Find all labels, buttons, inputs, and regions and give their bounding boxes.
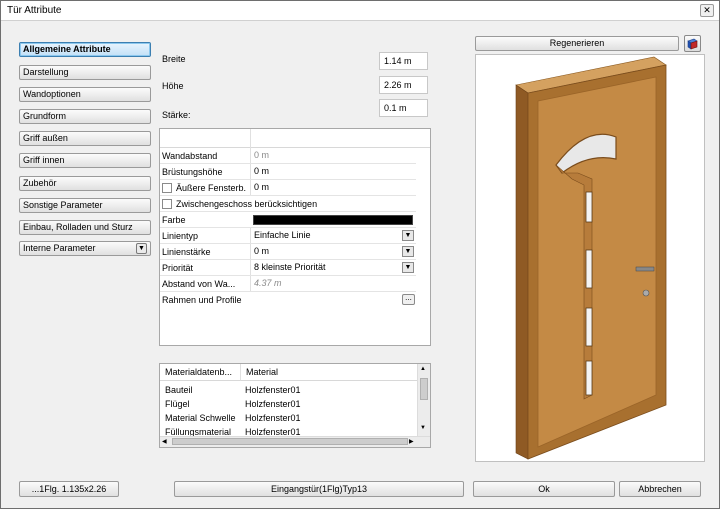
hoehe-field[interactable]: 2.26 m (379, 76, 428, 94)
sidebar-item-allgemeine-attribute[interactable]: Allgemeine Attribute (19, 42, 151, 57)
view-cube-button[interactable] (684, 35, 701, 52)
property-row-wandabstand[interactable]: Wandabstand 0 m (160, 148, 416, 164)
color-swatch[interactable] (253, 215, 413, 225)
property-name: Linienstärke (162, 247, 211, 257)
property-value: 0 m (250, 180, 269, 195)
sidebar-item-interne-parameter[interactable]: Interne Parameter ▼ (19, 241, 151, 256)
property-name: Zwischengeschoss berücksichtigen (176, 199, 318, 209)
sidebar-item-grundform[interactable]: Grundform (19, 109, 151, 124)
sidebar-item-darstellung[interactable]: Darstellung (19, 65, 151, 80)
scrollbar-thumb[interactable] (420, 378, 428, 400)
property-value: 0 m (250, 164, 269, 179)
chevron-down-icon[interactable]: ▼ (136, 243, 147, 254)
dialog-window: Tür Attribute ✕ Allgemeine Attribute Dar… (0, 0, 720, 509)
property-name: Priorität (162, 263, 194, 273)
table-cell[interactable]: Holzfenster01 (245, 399, 301, 409)
property-row-linientyp[interactable]: Linientyp Einfache Linie ▼ (160, 228, 416, 244)
property-row-prioritaet[interactable]: Priorität 8 kleinste Priorität ▼ (160, 260, 416, 276)
sidebar-item-zubehoer[interactable]: Zubehör (19, 176, 151, 191)
property-row-linienstaerke[interactable]: Linienstärke 0 m ▼ (160, 244, 416, 260)
property-value: 0 m (250, 244, 269, 259)
table-cell[interactable]: Holzfenster01 (245, 385, 301, 395)
column-header-material[interactable]: Material (240, 364, 417, 381)
breite-field[interactable]: 1.14 m (379, 52, 428, 70)
property-row-bruestungshoehe[interactable]: Brüstungshöhe 0 m (160, 164, 416, 180)
property-name: Linientyp (162, 231, 199, 241)
scroll-left-icon[interactable]: ◀ (162, 438, 167, 445)
scrollbar-thumb[interactable] (172, 438, 408, 445)
title-bar: Tür Attribute ✕ (1, 1, 719, 21)
sidebar-item-einbau-rolladen-sturz[interactable]: Einbau, Rolladen und Sturz (19, 220, 151, 235)
ok-button[interactable]: Ok (473, 481, 615, 497)
scroll-down-icon[interactable]: ▼ (420, 425, 426, 431)
table-cell[interactable]: Bauteil (165, 385, 193, 395)
property-value: 4.37 m (250, 276, 282, 291)
property-row-zwischengeschoss[interactable]: Zwischengeschoss berücksichtigen (160, 196, 416, 212)
sidebar-item-interne-parameter-label: Interne Parameter (23, 243, 96, 253)
close-button[interactable]: ✕ (700, 4, 714, 17)
ellipsis-button[interactable]: ... (402, 294, 415, 305)
property-grid: Wandabstand 0 m Brüstungshöhe 0 m Äußere… (159, 128, 431, 346)
vertical-scrollbar[interactable]: ▲ ▼ (417, 364, 430, 436)
property-name: Äußere Fensterb. (176, 183, 247, 193)
door-info-button[interactable]: ...1Flg. 1.135x2.26 (19, 481, 119, 497)
door-type-button[interactable]: Eingangstür(1Flg)Typ13 (174, 481, 464, 497)
property-grid-header-divider (250, 129, 251, 148)
property-name: Farbe (162, 215, 186, 225)
staerke-field[interactable]: 0.1 m (379, 99, 428, 117)
door-3d-icon (515, 56, 667, 460)
cancel-button[interactable]: Abbrechen (619, 481, 701, 497)
property-name: Brüstungshöhe (162, 167, 223, 177)
property-value: Einfache Linie (250, 228, 311, 243)
chevron-down-icon[interactable]: ▼ (402, 230, 414, 241)
property-name: Abstand von Wa... (162, 279, 236, 289)
aeussere-fensterbank-checkbox[interactable] (162, 183, 172, 193)
property-value: 0 m (250, 148, 269, 163)
table-cell[interactable]: Material Schwelle (165, 413, 236, 423)
property-name: Wandabstand (162, 151, 218, 161)
property-row-farbe[interactable]: Farbe (160, 212, 416, 228)
property-value: 8 kleinste Priorität (250, 260, 326, 275)
chevron-down-icon[interactable]: ▼ (402, 246, 414, 257)
chevron-down-icon[interactable]: ▼ (402, 262, 414, 273)
table-cell[interactable]: Flügel (165, 399, 190, 409)
materials-table: Materialdatenb... Material Bauteil Holzf… (159, 363, 431, 448)
column-header-materialdatenbank[interactable]: Materialdatenb... (160, 364, 240, 381)
horizontal-scrollbar[interactable]: ◀ ▶ (160, 436, 430, 447)
hoehe-label: Höhe (162, 81, 184, 91)
scroll-right-icon[interactable]: ▶ (409, 438, 414, 445)
property-name: Rahmen und Profile (162, 295, 242, 305)
table-cell[interactable]: Füllungsmaterial (165, 427, 231, 436)
sidebar-item-griff-aussen[interactable]: Griff außen (19, 131, 151, 146)
zwischengeschoss-checkbox[interactable] (162, 199, 172, 209)
property-row-aeussere-fensterbank[interactable]: Äußere Fensterb. 0 m (160, 180, 416, 196)
scroll-up-icon[interactable]: ▲ (420, 366, 426, 372)
table-cell[interactable]: Holzfenster01 (245, 413, 301, 423)
cube-icon (687, 38, 698, 50)
staerke-label: Stärke: (162, 110, 191, 120)
table-cell[interactable]: Holzfenster01 (245, 427, 301, 436)
property-grid-header (160, 129, 430, 148)
door-preview[interactable] (475, 54, 705, 462)
window-title: Tür Attribute (7, 5, 62, 16)
breite-label: Breite (162, 54, 186, 64)
regenerate-button[interactable]: Regenerieren (475, 36, 679, 51)
property-row-rahmen-und-profile[interactable]: Rahmen und Profile ... (160, 292, 416, 308)
sidebar-item-sonstige-parameter[interactable]: Sonstige Parameter (19, 198, 151, 213)
sidebar-item-wandoptionen[interactable]: Wandoptionen (19, 87, 151, 102)
property-row-abstand-von-wand[interactable]: Abstand von Wa... 4.37 m (160, 276, 416, 292)
sidebar-item-griff-innen[interactable]: Griff innen (19, 153, 151, 168)
